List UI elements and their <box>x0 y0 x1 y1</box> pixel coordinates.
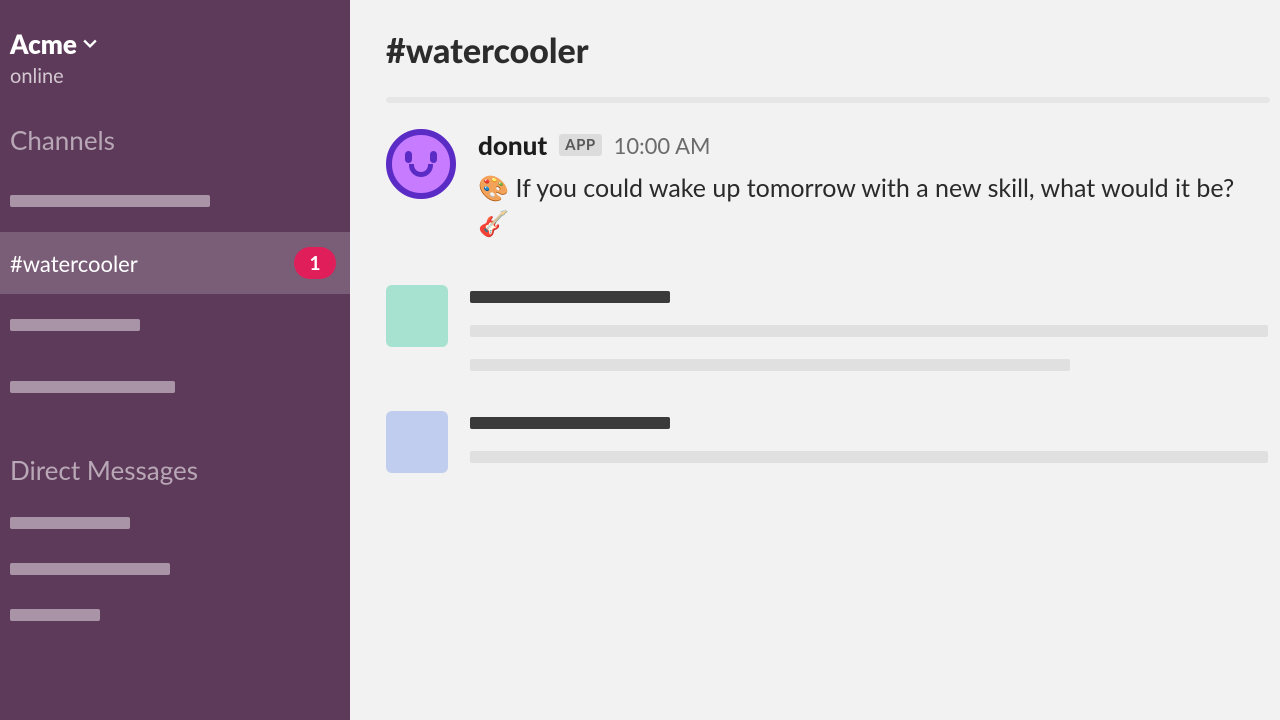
sidebar-dm-item[interactable] <box>0 500 350 546</box>
message-donut[interactable]: donut APP 10:00 AM 🎨 If you could wake u… <box>386 103 1280 241</box>
sidebar-channel-watercooler[interactable]: #watercooler 1 <box>0 232 350 294</box>
sidebar: Acme online Channels #watercooler 1 Dire… <box>0 0 350 720</box>
chevron-down-icon <box>83 37 97 51</box>
workspace-status: online <box>10 64 334 88</box>
sidebar-dm-item[interactable] <box>0 592 350 638</box>
unread-badge: 1 <box>294 247 336 279</box>
dm-placeholder <box>10 563 170 575</box>
sender-placeholder <box>470 291 670 303</box>
app-badge: APP <box>559 134 602 156</box>
dm-section-title[interactable]: Direct Messages <box>0 444 350 500</box>
channel-title: #watercooler <box>386 30 1280 97</box>
message-time: 10:00 AM <box>614 132 711 159</box>
message-placeholder[interactable] <box>386 371 1280 473</box>
avatar-donut <box>386 129 456 199</box>
message-sender: donut <box>478 129 547 161</box>
dm-placeholder <box>10 517 130 529</box>
channel-pane: #watercooler donut APP 10:00 AM 🎨 If you… <box>350 0 1280 720</box>
avatar <box>386 285 448 347</box>
workspace-name: Acme <box>10 28 77 60</box>
channel-label: #watercooler <box>10 250 138 277</box>
channel-placeholder <box>10 319 140 331</box>
message-placeholder[interactable] <box>386 241 1280 371</box>
avatar <box>386 411 448 473</box>
channel-placeholder <box>10 195 210 207</box>
sender-placeholder <box>470 417 670 429</box>
channels-section-title[interactable]: Channels <box>0 114 350 170</box>
dm-placeholder <box>10 609 100 621</box>
sidebar-dm-item[interactable] <box>0 546 350 592</box>
sidebar-channel-item[interactable] <box>0 170 350 232</box>
message-text: 🎨 If you could wake up tomorrow with a n… <box>478 171 1248 241</box>
donut-icon <box>386 129 456 199</box>
text-placeholder <box>470 359 1070 371</box>
text-placeholder <box>470 451 1268 463</box>
channel-placeholder <box>10 381 175 393</box>
text-placeholder <box>470 325 1268 337</box>
workspace-switcher[interactable]: Acme online <box>0 28 350 114</box>
sidebar-channel-item[interactable] <box>0 294 350 356</box>
sidebar-channel-item[interactable] <box>0 356 350 418</box>
